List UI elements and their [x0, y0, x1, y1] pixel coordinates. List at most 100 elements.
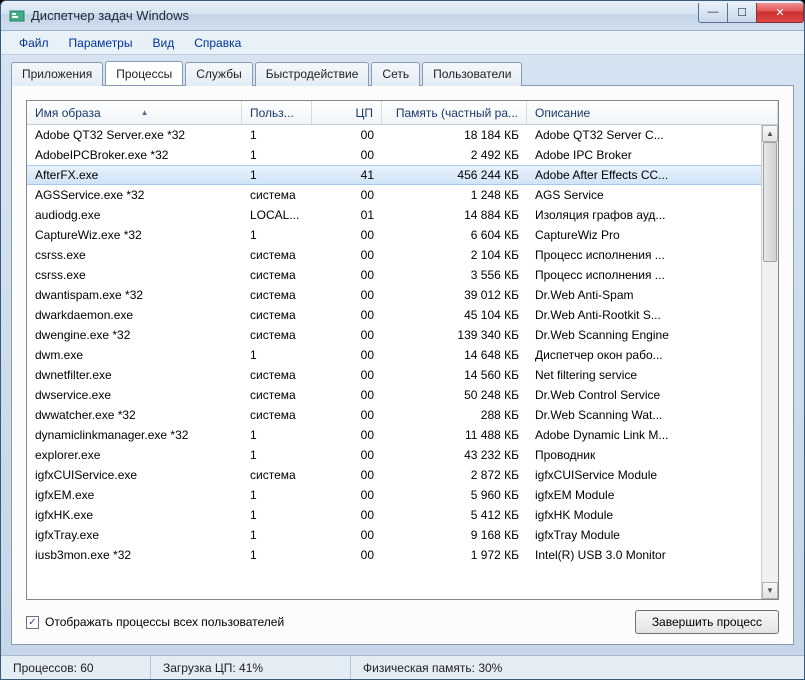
tab-network[interactable]: Сеть	[371, 62, 420, 86]
menu-view[interactable]: Вид	[142, 33, 184, 53]
process-name: igfxEM.exe	[27, 486, 242, 504]
process-cpu: 00	[312, 226, 382, 244]
process-user: 1	[242, 226, 312, 244]
process-cpu: 00	[312, 366, 382, 384]
scroll-thumb[interactable]	[763, 142, 777, 262]
statusbar: Процессов: 60 Загрузка ЦП: 41% Физическа…	[1, 655, 804, 679]
process-memory: 2 104 КБ	[382, 246, 527, 264]
process-description: Dr.Web Control Service	[527, 386, 761, 404]
process-user: система	[242, 406, 312, 424]
vertical-scrollbar[interactable]: ▲ ▼	[761, 125, 778, 599]
table-row[interactable]: igfxCUIService.exeсистема002 872 КБigfxC…	[27, 465, 761, 485]
col-cpu[interactable]: ЦП	[312, 101, 382, 124]
task-manager-window: Диспетчер задач Windows — ☐ ✕ Файл Парам…	[0, 0, 805, 680]
tab-applications[interactable]: Приложения	[11, 62, 103, 86]
process-memory: 456 244 КБ	[382, 166, 527, 184]
tab-performance[interactable]: Быстродействие	[255, 62, 370, 86]
status-memory: Физическая память: 30%	[351, 656, 804, 679]
col-image-name[interactable]: Имя образа▲	[27, 101, 242, 124]
process-user: система	[242, 246, 312, 264]
process-memory: 50 248 КБ	[382, 386, 527, 404]
table-row[interactable]: igfxEM.exe1005 960 КБigfxEM Module	[27, 485, 761, 505]
table-row[interactable]: dwengine.exe *32система00139 340 КБDr.We…	[27, 325, 761, 345]
status-cpu: Загрузка ЦП: 41%	[151, 656, 351, 679]
process-description: Dr.Web Scanning Wat...	[527, 406, 761, 424]
table-row[interactable]: explorer.exe10043 232 КБПроводник	[27, 445, 761, 465]
table-row[interactable]: Adobe QT32 Server.exe *3210018 184 КБAdo…	[27, 125, 761, 145]
process-memory: 3 556 КБ	[382, 266, 527, 284]
table-row[interactable]: AfterFX.exe141456 244 КБAdobe After Effe…	[27, 165, 761, 185]
process-description: Intel(R) USB 3.0 Monitor	[527, 546, 761, 564]
scroll-down-button[interactable]: ▼	[762, 582, 778, 599]
close-button[interactable]: ✕	[756, 3, 804, 23]
table-row[interactable]: iusb3mon.exe *321001 972 КБIntel(R) USB …	[27, 545, 761, 565]
table-row[interactable]: dynamiclinkmanager.exe *3210011 488 КБAd…	[27, 425, 761, 445]
tab-processes[interactable]: Процессы	[105, 61, 183, 85]
col-user[interactable]: Польз...	[242, 101, 312, 124]
status-processes: Процессов: 60	[1, 656, 151, 679]
process-cpu: 00	[312, 446, 382, 464]
table-row[interactable]: csrss.exeсистема003 556 КБПроцесс исполн…	[27, 265, 761, 285]
process-name: audiodg.exe	[27, 206, 242, 224]
end-process-button[interactable]: Завершить процесс	[635, 610, 779, 634]
table-row[interactable]: dwwatcher.exe *32система00288 КБDr.Web S…	[27, 405, 761, 425]
titlebar[interactable]: Диспетчер задач Windows — ☐ ✕	[1, 1, 804, 31]
tab-services[interactable]: Службы	[185, 62, 252, 86]
table-row[interactable]: dwarkdaemon.exeсистема0045 104 КБDr.Web …	[27, 305, 761, 325]
table-row[interactable]: igfxHK.exe1005 412 КБigfxHK Module	[27, 505, 761, 525]
process-user: 1	[242, 526, 312, 544]
menu-options[interactable]: Параметры	[59, 33, 143, 53]
minimize-button[interactable]: —	[698, 3, 728, 23]
process-name: csrss.exe	[27, 266, 242, 284]
process-description: Adobe QT32 Server C...	[527, 126, 761, 144]
col-description[interactable]: Описание	[527, 101, 778, 124]
table-row[interactable]: audiodg.exeLOCAL...0114 884 КБИзоляция г…	[27, 205, 761, 225]
process-description: Диспетчер окон рабо...	[527, 346, 761, 364]
scroll-up-button[interactable]: ▲	[762, 125, 778, 142]
process-description: Net filtering service	[527, 366, 761, 384]
table-row[interactable]: igfxTray.exe1009 168 КБigfxTray Module	[27, 525, 761, 545]
menu-file[interactable]: Файл	[9, 33, 59, 53]
process-memory: 5 960 КБ	[382, 486, 527, 504]
window-buttons: — ☐ ✕	[699, 3, 804, 23]
table-row[interactable]: dwnetfilter.exeсистема0014 560 КБNet fil…	[27, 365, 761, 385]
maximize-button[interactable]: ☐	[727, 3, 757, 23]
process-name: dwservice.exe	[27, 386, 242, 404]
process-cpu: 00	[312, 346, 382, 364]
window-title: Диспетчер задач Windows	[31, 8, 699, 23]
menu-help[interactable]: Справка	[184, 33, 251, 53]
bottom-row: ✓ Отображать процессы всех пользователей…	[26, 610, 779, 634]
process-name: dwengine.exe *32	[27, 326, 242, 344]
content: Приложения Процессы Службы Быстродействи…	[1, 55, 804, 655]
process-user: 1	[242, 446, 312, 464]
col-memory[interactable]: Память (частный ра...	[382, 101, 527, 124]
process-user: система	[242, 266, 312, 284]
process-name: dwm.exe	[27, 346, 242, 364]
table-row[interactable]: dwantispam.exe *32система0039 012 КБDr.W…	[27, 285, 761, 305]
list-body[interactable]: Adobe QT32 Server.exe *3210018 184 КБAdo…	[27, 125, 761, 599]
process-cpu: 00	[312, 526, 382, 544]
table-row[interactable]: CaptureWiz.exe *321006 604 КБCaptureWiz …	[27, 225, 761, 245]
process-cpu: 00	[312, 266, 382, 284]
process-cpu: 00	[312, 126, 382, 144]
table-row[interactable]: csrss.exeсистема002 104 КБПроцесс исполн…	[27, 245, 761, 265]
process-description: igfxEM Module	[527, 486, 761, 504]
table-row[interactable]: dwservice.exeсистема0050 248 КБDr.Web Co…	[27, 385, 761, 405]
table-row[interactable]: AGSService.exe *32система001 248 КБAGS S…	[27, 185, 761, 205]
scroll-track[interactable]	[762, 142, 778, 582]
process-name: dwantispam.exe *32	[27, 286, 242, 304]
tab-users[interactable]: Пользователи	[422, 62, 522, 86]
process-cpu: 00	[312, 406, 382, 424]
process-memory: 11 488 КБ	[382, 426, 527, 444]
process-name: explorer.exe	[27, 446, 242, 464]
app-icon	[9, 8, 25, 24]
process-user: LOCAL...	[242, 206, 312, 224]
show-all-users-row[interactable]: ✓ Отображать процессы всех пользователей	[26, 615, 635, 629]
process-memory: 288 КБ	[382, 406, 527, 424]
table-row[interactable]: AdobeIPCBroker.exe *321002 492 КБAdobe I…	[27, 145, 761, 165]
process-user: 1	[242, 346, 312, 364]
table-row[interactable]: dwm.exe10014 648 КБДиспетчер окон рабо..…	[27, 345, 761, 365]
process-description: Dr.Web Scanning Engine	[527, 326, 761, 344]
show-all-users-checkbox[interactable]: ✓	[26, 616, 39, 629]
process-memory: 43 232 КБ	[382, 446, 527, 464]
